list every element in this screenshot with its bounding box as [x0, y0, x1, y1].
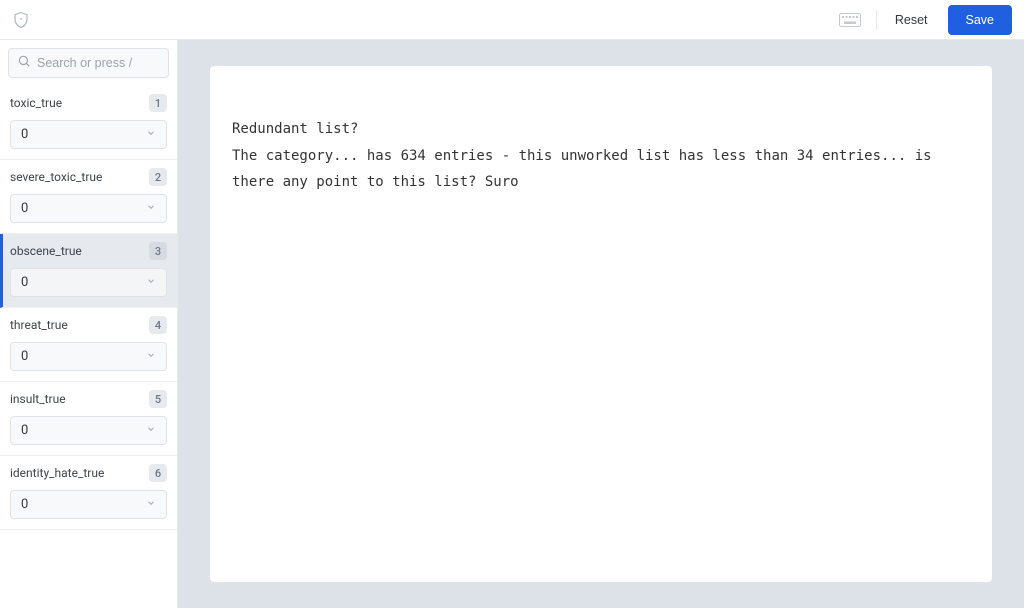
field-head: obscene_true 3 — [10, 242, 167, 260]
field-select[interactable]: 0 — [10, 416, 167, 445]
field-index-badge: 1 — [149, 94, 167, 112]
chevron-down-icon — [146, 350, 156, 363]
sidebar-field-toxic_true[interactable]: toxic_true 1 0 — [0, 86, 177, 160]
field-label: toxic_true — [10, 96, 62, 110]
header-right: Reset Save — [836, 5, 1012, 35]
field-head: toxic_true 1 — [10, 94, 167, 112]
field-label: identity_hate_true — [10, 466, 104, 480]
search-icon — [17, 54, 31, 72]
field-value: 0 — [21, 497, 28, 512]
field-select[interactable]: 0 — [10, 490, 167, 519]
shield-logo-icon — [12, 11, 30, 29]
content-card: Redundant list? The category... has 634 … — [210, 66, 992, 582]
divider — [876, 10, 877, 30]
app-header: Reset Save — [0, 0, 1024, 40]
field-select[interactable]: 0 — [10, 342, 167, 371]
field-index-badge: 4 — [149, 316, 167, 334]
field-value: 0 — [21, 127, 28, 142]
sidebar-field-threat_true[interactable]: threat_true 4 0 — [0, 308, 177, 382]
field-head: insult_true 5 — [10, 390, 167, 408]
field-select[interactable]: 0 — [10, 268, 167, 297]
field-label: insult_true — [10, 392, 66, 406]
field-label: obscene_true — [10, 244, 82, 258]
field-select[interactable]: 0 — [10, 120, 167, 149]
content-text: Redundant list? The category... has 634 … — [232, 116, 970, 196]
field-index-badge: 5 — [149, 390, 167, 408]
sidebar-field-identity_hate_true[interactable]: identity_hate_true 6 0 — [0, 456, 177, 530]
chevron-down-icon — [146, 498, 156, 511]
field-label: severe_toxic_true — [10, 170, 102, 184]
search-wrap — [0, 40, 177, 86]
sidebar-field-obscene_true[interactable]: obscene_true 3 0 — [0, 234, 177, 308]
field-list: toxic_true10severe_toxic_true20obscene_t… — [0, 86, 177, 530]
field-head: threat_true 4 — [10, 316, 167, 334]
reset-button[interactable]: Reset — [881, 6, 942, 34]
field-label: threat_true — [10, 318, 68, 332]
main-area: Redundant list? The category... has 634 … — [178, 40, 1024, 608]
search-box[interactable] — [8, 48, 169, 78]
field-value: 0 — [21, 423, 28, 438]
search-input[interactable] — [37, 56, 160, 70]
sidebar-field-insult_true[interactable]: insult_true 5 0 — [0, 382, 177, 456]
chevron-down-icon — [146, 424, 156, 437]
sidebar: toxic_true10severe_toxic_true20obscene_t… — [0, 40, 178, 608]
field-index-badge: 2 — [149, 168, 167, 186]
field-index-badge: 6 — [149, 464, 167, 482]
chevron-down-icon — [146, 128, 156, 141]
field-value: 0 — [21, 201, 28, 216]
field-value: 0 — [21, 349, 28, 364]
sidebar-field-severe_toxic_true[interactable]: severe_toxic_true 2 0 — [0, 160, 177, 234]
chevron-down-icon — [146, 276, 156, 289]
field-select[interactable]: 0 — [10, 194, 167, 223]
save-button[interactable]: Save — [948, 5, 1013, 35]
field-index-badge: 3 — [149, 242, 167, 260]
field-value: 0 — [21, 275, 28, 290]
header-left — [12, 11, 30, 29]
field-head: severe_toxic_true 2 — [10, 168, 167, 186]
keyboard-shortcut-icon[interactable] — [836, 10, 864, 30]
chevron-down-icon — [146, 202, 156, 215]
field-head: identity_hate_true 6 — [10, 464, 167, 482]
layout: toxic_true10severe_toxic_true20obscene_t… — [0, 40, 1024, 608]
